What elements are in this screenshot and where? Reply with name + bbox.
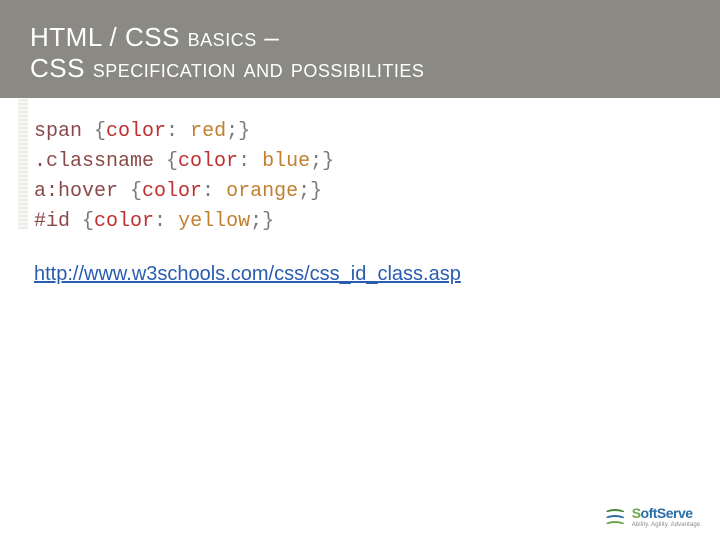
title-text-sc: specification and possibilities — [93, 53, 425, 83]
slide-title-line2: CSS specification and possibilities — [30, 53, 690, 84]
slide-body: span {color: red;} .classname {color: bl… — [0, 99, 720, 286]
css-brace: { — [82, 210, 94, 233]
title-text: HTML / CSS — [30, 22, 188, 52]
title-text-sc: basics — [188, 22, 257, 52]
css-colon: : — [166, 120, 190, 143]
css-selector: .classname — [34, 150, 166, 173]
css-semicolon: ; — [298, 180, 310, 203]
swoosh-icon — [604, 515, 626, 520]
code-line-4: #id {color: yellow;} — [34, 207, 690, 237]
slide: HTML / CSS basics – CSS specification an… — [0, 0, 720, 540]
code-line-2: .classname {color: blue;} — [34, 147, 690, 177]
css-value: blue — [262, 150, 310, 173]
css-value: yellow — [178, 210, 250, 233]
css-brace: } — [238, 120, 250, 143]
css-code-block: span {color: red;} .classname {color: bl… — [34, 117, 690, 237]
title-text: CSS — [30, 53, 93, 83]
brand-footer: SoftServe Ability. Agility. Advantage. — [604, 506, 702, 528]
swoosh-icon — [604, 509, 626, 514]
css-brace: } — [322, 150, 334, 173]
css-semicolon: ; — [250, 210, 262, 233]
css-colon: : — [154, 210, 178, 233]
css-value: orange — [226, 180, 298, 203]
code-line-1: span {color: red;} — [34, 117, 690, 147]
css-brace: { — [94, 120, 106, 143]
brand-tagline: Ability. Agility. Advantage. — [632, 522, 702, 528]
css-property: color — [178, 150, 238, 173]
swoosh-icon — [604, 521, 626, 526]
css-brace: } — [262, 210, 274, 233]
css-selector: a:hover — [34, 180, 130, 203]
css-semicolon: ; — [226, 120, 238, 143]
css-property: color — [142, 180, 202, 203]
css-selector: span — [34, 120, 94, 143]
brand-name-rest: oftServe — [641, 505, 693, 521]
decorative-stripe — [18, 99, 28, 229]
css-value: red — [190, 120, 226, 143]
css-property: color — [94, 210, 154, 233]
css-brace: { — [166, 150, 178, 173]
title-text: – — [257, 22, 280, 52]
slide-header: HTML / CSS basics – CSS specification an… — [0, 0, 720, 99]
brand-logo-icon — [604, 509, 626, 526]
reference-link-row: http://www.w3schools.com/css/css_id_clas… — [34, 263, 690, 286]
slide-title-line1: HTML / CSS basics – — [30, 22, 690, 53]
css-brace: } — [310, 180, 322, 203]
css-property: color — [106, 120, 166, 143]
code-line-3: a:hover {color: orange;} — [34, 177, 690, 207]
brand-name: SoftServe — [632, 506, 702, 520]
css-brace: { — [130, 180, 142, 203]
css-semicolon: ; — [310, 150, 322, 173]
css-selector: #id — [34, 210, 82, 233]
brand-text: SoftServe Ability. Agility. Advantage. — [632, 506, 702, 528]
reference-link[interactable]: http://www.w3schools.com/css/css_id_clas… — [34, 263, 461, 285]
css-colon: : — [202, 180, 226, 203]
css-colon: : — [238, 150, 262, 173]
brand-name-accent: S — [632, 505, 641, 521]
